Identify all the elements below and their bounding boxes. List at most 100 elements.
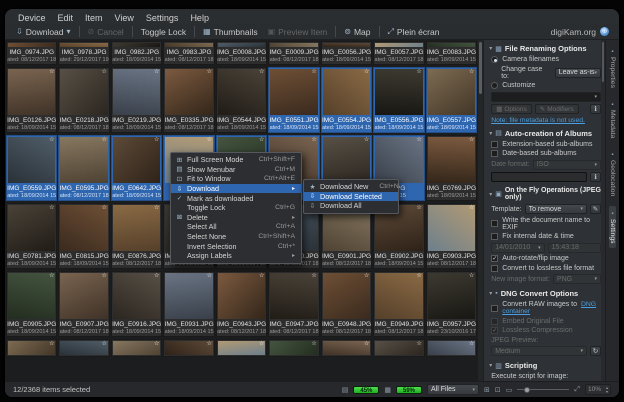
- date-format-select[interactable]: ISO ▾: [532, 159, 602, 170]
- sidebar-scrollbar[interactable]: [601, 40, 606, 381]
- thumbnail-cell[interactable]: ☆: [6, 339, 58, 357]
- section-dng-convert[interactable]: ▾ ▪ DNG Convert Options: [489, 289, 601, 298]
- extension-subalbums-checkbox[interactable]: Extension-based sub-albums: [491, 140, 601, 148]
- star-icon[interactable]: ☆: [311, 273, 316, 279]
- template-edit-button[interactable]: ✎: [590, 204, 602, 214]
- menu-item-download[interactable]: ⇩ Download ▸: [171, 183, 301, 194]
- star-icon[interactable]: ☆: [259, 69, 264, 75]
- star-icon[interactable]: ☆: [49, 273, 54, 279]
- thumbnail-cell[interactable]: ☆: [110, 339, 163, 357]
- thumbnail-cell[interactable]: IMG_0974.JPG ated: 08/12/2017 18: [6, 41, 58, 65]
- thumbnail-cell[interactable]: IMG_E0057.JPG ated: 08/12/2017 18: [373, 41, 425, 65]
- thumbnail-cell[interactable]: ☆ IMG_E0595.JPG ated: 08/12/2017 18: [58, 135, 110, 201]
- digikam-brand[interactable]: digiKam.org ⊕: [551, 27, 613, 37]
- star-icon[interactable]: ☆: [416, 341, 421, 347]
- thumbnail-cell[interactable]: ☆ IMG_E0769.JPG ated: 18/09/2014 15: [425, 135, 478, 201]
- menu-item[interactable]: Item: [80, 13, 108, 23]
- star-icon[interactable]: ☆: [102, 69, 107, 75]
- thumbnail-cell[interactable]: IMG_0982.JPG ated: 18/09/2014 15: [110, 41, 163, 65]
- menu-item-show-menubar[interactable]: ▤ Show Menubar Ctrl+M: [171, 165, 301, 175]
- date-input[interactable]: 14/01/2010 ▾: [491, 242, 545, 253]
- thumbnail-cell[interactable]: ☆: [163, 339, 215, 357]
- star-icon[interactable]: ☆: [416, 273, 421, 279]
- thumbnail-cell[interactable]: ☆ IMG_E0815.JPG ated: 18/09/2014 15: [58, 203, 110, 269]
- section-scripting[interactable]: ▾ ▥ Scripting: [489, 361, 601, 370]
- star-icon[interactable]: ☆: [154, 205, 159, 211]
- star-icon[interactable]: ☆: [469, 69, 474, 75]
- thumbnail-cell[interactable]: ☆ IMG_E0916.JPG ated: 18/09/2014 15: [110, 271, 163, 337]
- options-button[interactable]: ▦ Options: [491, 104, 532, 114]
- thumbnail-cell[interactable]: ☆: [320, 339, 373, 357]
- menu-item-assign-labels[interactable]: Assign Labels ▸: [171, 251, 301, 261]
- star-icon[interactable]: ☆: [416, 205, 421, 211]
- thumbnail-cell[interactable]: IMG_0978.JPG ated: 29/12/2017 19: [58, 41, 110, 65]
- thumbnail-cell[interactable]: IMG_E0008.JPG ated: 18/09/2014 15: [215, 41, 268, 65]
- star-icon[interactable]: ☆: [102, 273, 107, 279]
- star-icon[interactable]: ☆: [154, 137, 159, 143]
- star-icon[interactable]: ☆: [102, 341, 107, 347]
- thumbnail-cell[interactable]: ☆ IMG_E0947.JPG ated: 08/12/2017 18: [268, 271, 320, 337]
- spinner-arrows-icon[interactable]: ▴ ▾: [606, 386, 608, 393]
- info-button[interactable]: ℹ: [590, 104, 602, 114]
- thumbnail-cell[interactable]: ☆: [215, 339, 268, 357]
- side-tab-properties[interactable]: ▪ Properties: [609, 44, 616, 93]
- star-icon[interactable]: ☆: [364, 69, 369, 75]
- toggle-lock-button[interactable]: Toggle Lock: [136, 25, 191, 38]
- thumbnail-cell[interactable]: ☆ IMG_E0957.JPG ated: 23/10/2016 17: [425, 271, 478, 337]
- write-exif-checkbox[interactable]: Write the document name to EXIF: [491, 217, 601, 231]
- star-icon[interactable]: ☆: [364, 341, 369, 347]
- menu-item-fit-to-window[interactable]: ⊡ Fit to Window Ctrl+Alt+E: [171, 174, 301, 184]
- modifiers-button[interactable]: ✎ Modifiers: [534, 104, 579, 114]
- star-icon[interactable]: ☆: [469, 341, 474, 347]
- star-icon[interactable]: ☆: [364, 137, 369, 143]
- star-icon[interactable]: ☆: [49, 137, 54, 143]
- autorotate-checkbox[interactable]: ✓ Auto-rotate/flip image: [491, 255, 601, 262]
- dng-refresh-button[interactable]: ↻: [590, 346, 602, 356]
- star-icon[interactable]: ☆: [102, 137, 107, 143]
- thumbnail-cell[interactable]: ☆ IMG_E0219.JPG ated: 18/09/2014 15: [110, 67, 163, 133]
- star-icon[interactable]: ☆: [416, 137, 421, 143]
- side-tab-settings[interactable]: ▪ Settings: [609, 205, 616, 249]
- side-tab-geolocation[interactable]: ▪ Geolocation: [609, 147, 616, 201]
- star-icon[interactable]: ☆: [259, 273, 264, 279]
- thumbnail-cell[interactable]: ☆: [425, 339, 478, 357]
- jpeg-preview-select[interactable]: Medium ▾: [491, 346, 588, 356]
- thumbnail-cell[interactable]: ☆ IMG_E0218.JPG ated: 08/12/2017 18: [58, 67, 110, 133]
- new-format-select[interactable]: PNG ▾: [552, 274, 602, 284]
- star-icon[interactable]: ☆: [469, 205, 474, 211]
- star-icon[interactable]: ☆: [311, 341, 316, 347]
- star-icon[interactable]: ☆: [311, 137, 316, 143]
- convert-lossless-checkbox[interactable]: Convert to lossless file format: [491, 264, 601, 272]
- star-icon[interactable]: ☆: [49, 341, 54, 347]
- star-icon[interactable]: ☆: [206, 341, 211, 347]
- menu-item-select-all[interactable]: Select All Ctrl+A: [171, 222, 301, 232]
- thumbnail-cell[interactable]: ☆: [373, 339, 425, 357]
- fit-window-icon[interactable]: ⤢: [574, 386, 580, 394]
- menu-item-delete[interactable]: ⊠ Delete ▸: [171, 213, 301, 223]
- star-icon[interactable]: ☆: [154, 69, 159, 75]
- embed-original-checkbox[interactable]: Embed Original File: [491, 317, 601, 325]
- star-icon[interactable]: ☆: [49, 69, 54, 75]
- star-icon[interactable]: ☆: [469, 273, 474, 279]
- star-icon[interactable]: ☆: [49, 205, 54, 211]
- customize-radio[interactable]: Customize: [491, 82, 601, 89]
- menu-edit[interactable]: Edit: [53, 13, 79, 23]
- menu-item-select-none[interactable]: Select None Ctrl+Shift+A: [171, 232, 301, 242]
- section-file-renaming[interactable]: ▾ ▦ File Renaming Options: [489, 44, 601, 53]
- thumbnail-cell[interactable]: ☆ IMG_E0907.JPG ated: 08/12/2017 18: [58, 271, 110, 337]
- camera-filenames-radio[interactable]: Camera filenames: [491, 56, 601, 63]
- menu-item-mark-as-downloaded[interactable]: ✓ Mark as downloaded: [171, 193, 301, 203]
- map-button[interactable]: ⊚ Map: [339, 25, 375, 38]
- template-select[interactable]: To remove ▾: [524, 204, 588, 214]
- fullscreen-button[interactable]: ⤢ Plein écran: [383, 25, 445, 38]
- thumbnail-cell[interactable]: IMG_E0009.JPG ated: 08/12/2017 18: [268, 41, 320, 65]
- rename-pattern-input[interactable]: ▾: [491, 91, 602, 102]
- zoom-fit-icon[interactable]: ⊞: [484, 386, 490, 394]
- thumbnail-cell[interactable]: ☆ IMG_E0642.JPG ated: 18/09/2014 15: [110, 135, 163, 201]
- lossless-compression-checkbox[interactable]: ✓ Lossless Compression: [491, 327, 601, 334]
- menu-help[interactable]: Help: [185, 13, 214, 23]
- star-icon[interactable]: ☆: [259, 137, 264, 143]
- thumbnail-cell[interactable]: ☆ IMG_E0931.JPG ated: 18/09/2014 15: [163, 271, 215, 337]
- star-icon[interactable]: ☆: [206, 273, 211, 279]
- preview-item-button[interactable]: ▣ Preview Item: [263, 25, 333, 38]
